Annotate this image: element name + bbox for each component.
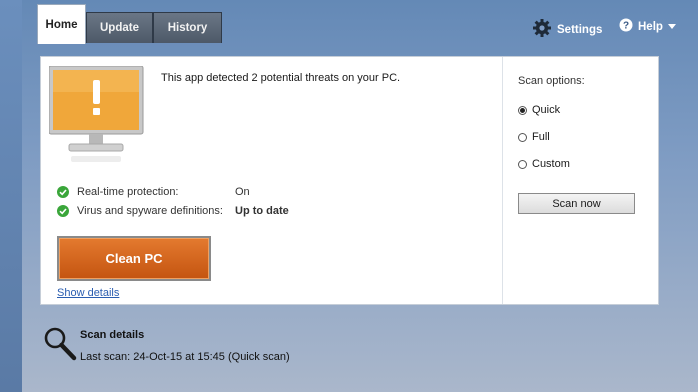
- radio-button[interactable]: [518, 159, 527, 169]
- scan-now-label: Scan now: [552, 197, 601, 210]
- clean-pc-label: Clean PC: [105, 251, 163, 266]
- tab-home-label: Home: [45, 18, 78, 31]
- threat-alert-text: This app detected 2 potential threats on…: [161, 72, 401, 84]
- svg-text:?: ?: [623, 21, 629, 32]
- status-row-realtime: Real-time protection: On: [57, 186, 250, 198]
- tab-update-label: Update: [100, 22, 139, 34]
- radio-label: Quick: [532, 104, 561, 116]
- clean-pc-button[interactable]: Clean PC: [57, 236, 211, 281]
- settings-button[interactable]: Settings: [532, 18, 602, 41]
- radio-full[interactable]: Full: [518, 131, 550, 143]
- show-details-link[interactable]: Show details: [57, 287, 119, 299]
- warning-monitor-icon: [48, 65, 145, 169]
- tab-update[interactable]: Update: [86, 12, 153, 43]
- main-panel: This app detected 2 potential threats on…: [40, 56, 659, 305]
- radio-label: Custom: [532, 158, 570, 170]
- panel-divider: [502, 57, 503, 304]
- tab-history[interactable]: History: [153, 12, 222, 43]
- status-row-definitions: Virus and spyware definitions: Up to dat…: [57, 205, 289, 217]
- radio-button[interactable]: [518, 132, 527, 142]
- help-icon: ?: [619, 18, 633, 35]
- search-icon: [43, 326, 77, 365]
- settings-label: Settings: [557, 23, 603, 36]
- background-edge: [0, 0, 22, 392]
- help-button[interactable]: ? Help: [619, 18, 676, 35]
- scan-details-title: Scan details: [80, 329, 145, 341]
- app-window: Home Update History Settings ? Help This…: [22, 0, 698, 392]
- status-label: Virus and spyware definitions:: [77, 205, 223, 217]
- status-value: On: [235, 186, 250, 198]
- scan-options-title: Scan options:: [518, 75, 585, 87]
- status-label: Real-time protection:: [77, 186, 179, 198]
- check-icon: [57, 205, 69, 217]
- radio-button[interactable]: [518, 105, 527, 115]
- chevron-down-icon: [667, 21, 676, 33]
- status-value: Up to date: [235, 205, 289, 217]
- tab-history-label: History: [167, 22, 208, 34]
- radio-quick[interactable]: Quick: [518, 104, 560, 116]
- check-icon: [57, 186, 69, 198]
- scan-now-button[interactable]: Scan now: [518, 193, 635, 214]
- last-scan-text: Last scan: 24-Oct-15 at 15:45 (Quick sca…: [80, 351, 290, 363]
- tab-home[interactable]: Home: [37, 4, 86, 44]
- help-label: Help: [638, 20, 663, 33]
- radio-label: Full: [532, 131, 550, 143]
- gear-icon: [532, 18, 552, 41]
- radio-custom[interactable]: Custom: [518, 158, 570, 170]
